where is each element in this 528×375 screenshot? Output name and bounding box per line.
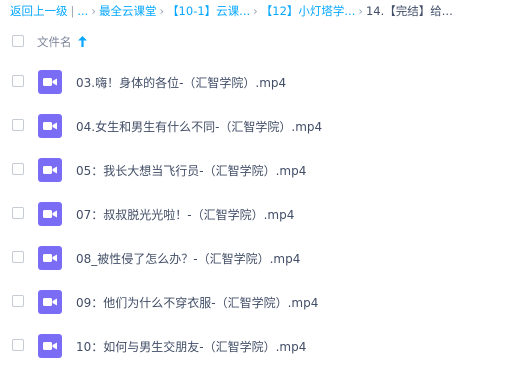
file-list: 03.嗨！身体的各位-（汇智学院）.mp4 04.女生和男生有什么不同-（汇智学院… — [0, 60, 528, 368]
file-row[interactable]: 03.嗨！身体的各位-（汇智学院）.mp4 — [0, 60, 528, 104]
breadcrumb-separator: › — [358, 4, 363, 18]
breadcrumb-item-1[interactable]: 最全云课堂 — [99, 3, 157, 19]
file-name[interactable]: 08_被性侵了怎么办？-（汇智学院）.mp4 — [76, 250, 300, 267]
file-name[interactable]: 07：叔叔脱光光啦！-（汇智学院）.mp4 — [76, 206, 294, 223]
file-name[interactable]: 09：他们为什么不穿衣服-（汇智学院）.mp4 — [76, 294, 318, 311]
video-file-icon — [38, 246, 62, 270]
file-row[interactable]: 07：叔叔脱光光啦！-（汇智学院）.mp4 — [0, 192, 528, 236]
file-checkbox[interactable] — [12, 295, 24, 307]
video-file-icon — [38, 158, 62, 182]
breadcrumb-item-ellipsis[interactable]: ... — [77, 4, 88, 18]
column-header-filename[interactable]: 文件名 — [37, 34, 72, 50]
file-checkbox[interactable] — [12, 251, 24, 263]
breadcrumb-current: 14.【完结】给... — [365, 4, 453, 18]
file-name[interactable]: 04.女生和男生有什么不同-（汇智学院）.mp4 — [76, 118, 322, 135]
breadcrumb-item-2[interactable]: 【10-1】云课... — [167, 3, 250, 19]
file-row[interactable]: 09：他们为什么不穿衣服-（汇智学院）.mp4 — [0, 280, 528, 324]
breadcrumb-separator: | — [70, 4, 75, 18]
video-file-icon — [38, 290, 62, 314]
file-checkbox[interactable] — [12, 207, 24, 219]
breadcrumb-separator: › — [91, 4, 96, 18]
video-file-icon — [38, 70, 62, 94]
file-checkbox[interactable] — [12, 119, 24, 131]
file-name[interactable]: 03.嗨！身体的各位-（汇智学院）.mp4 — [76, 74, 286, 91]
back-link[interactable]: 返回上一级 — [10, 3, 68, 19]
video-file-icon — [38, 334, 62, 358]
file-name[interactable]: 05：我长大想当飞行员-（汇智学院）.mp4 — [76, 162, 306, 179]
breadcrumb-item-3[interactable]: 【12】小灯塔学... — [261, 3, 356, 19]
breadcrumb-separator: › — [159, 4, 165, 18]
select-all-checkbox[interactable] — [12, 35, 24, 47]
file-list-header: 文件名 — [0, 22, 528, 60]
file-checkbox[interactable] — [12, 339, 24, 351]
breadcrumb-separator: › — [253, 4, 258, 18]
file-row[interactable]: 10：如何与男生交朋友-（汇智学院）.mp4 — [0, 324, 528, 368]
file-checkbox[interactable] — [12, 75, 24, 87]
file-row[interactable]: 05：我长大想当飞行员-（汇智学院）.mp4 — [0, 148, 528, 192]
file-name[interactable]: 10：如何与男生交朋友-（汇智学院）.mp4 — [76, 338, 306, 355]
file-checkbox[interactable] — [12, 163, 24, 175]
video-file-icon — [38, 114, 62, 138]
file-row[interactable]: 04.女生和男生有什么不同-（汇智学院）.mp4 — [0, 104, 528, 148]
file-row[interactable]: 08_被性侵了怎么办？-（汇智学院）.mp4 — [0, 236, 528, 280]
sort-arrow-up-icon[interactable] — [78, 36, 87, 47]
breadcrumb: 返回上一级 | ... › 最全云课堂 › 【10-1】云课... › 【12】… — [10, 0, 522, 22]
video-file-icon — [38, 202, 62, 226]
